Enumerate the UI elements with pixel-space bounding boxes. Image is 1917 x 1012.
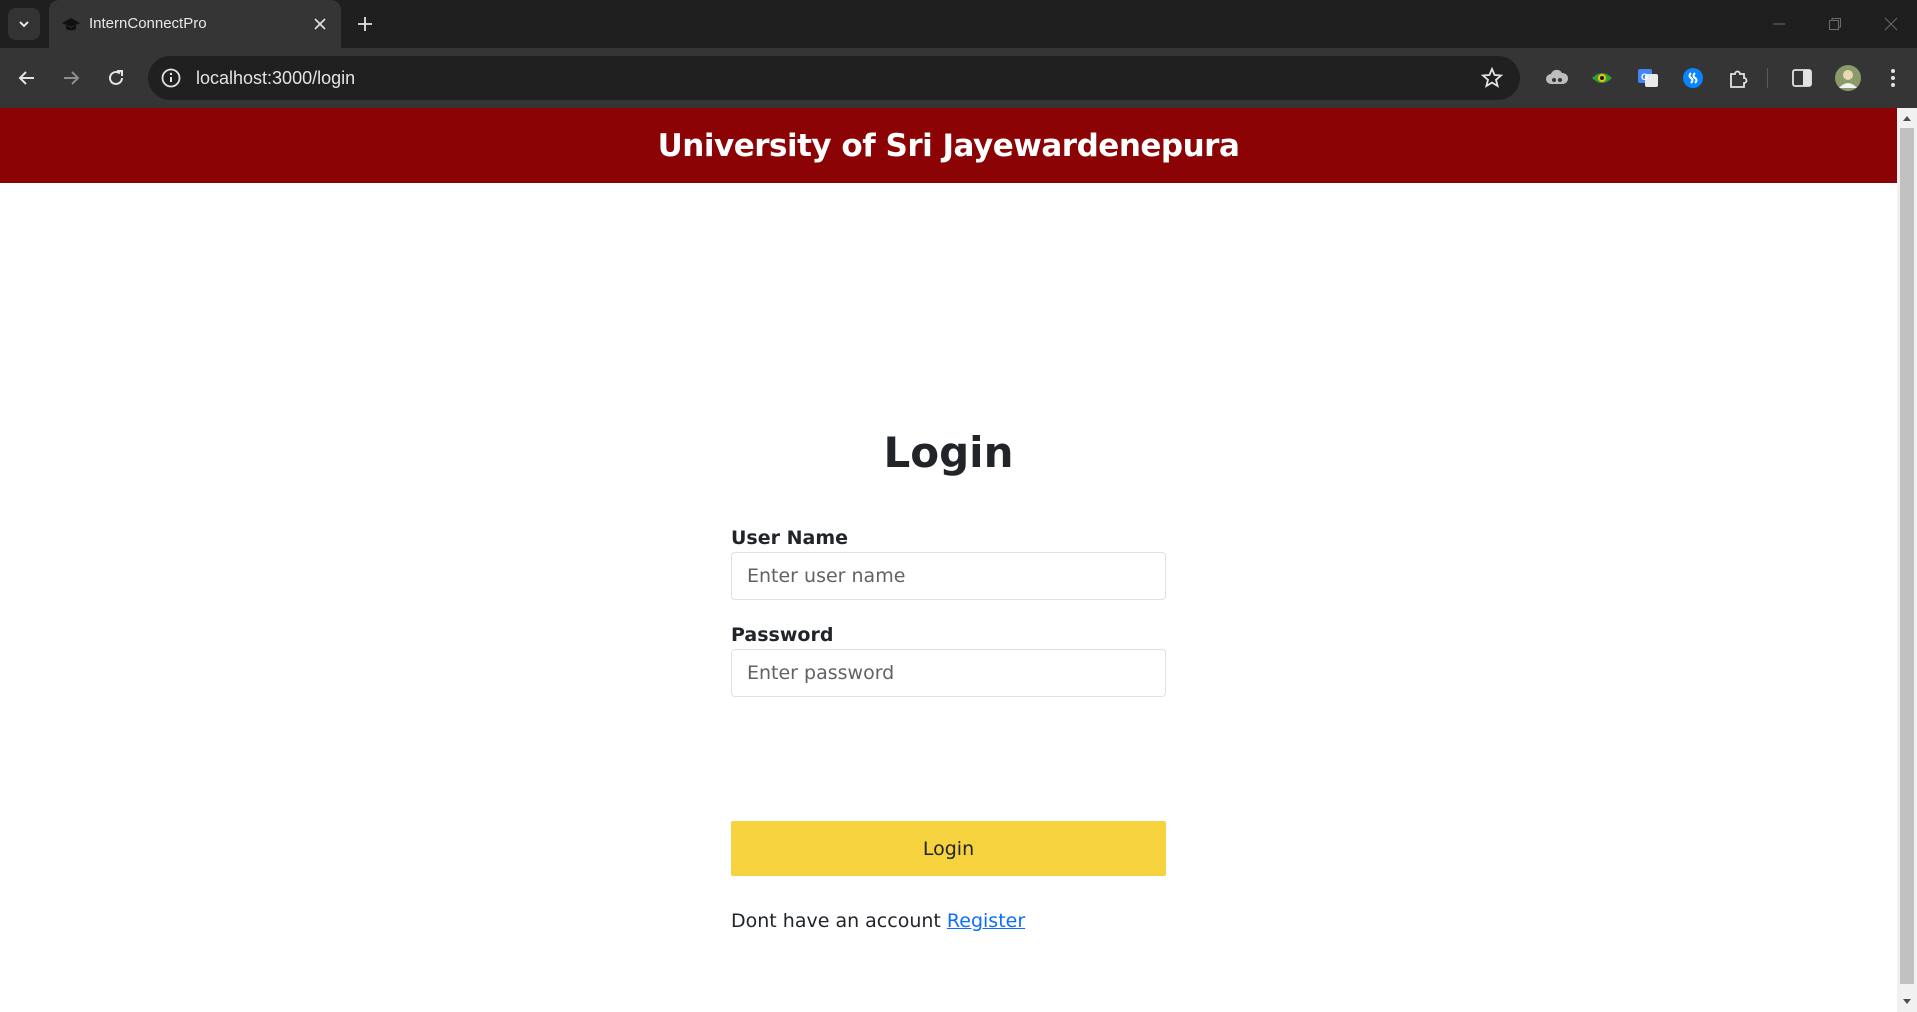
tab-close-button[interactable] — [309, 13, 331, 35]
close-icon — [314, 18, 326, 30]
url-text[interactable]: localhost:3000/login — [196, 68, 355, 89]
browser-menu-button[interactable] — [1877, 62, 1909, 94]
star-icon[interactable] — [1480, 66, 1504, 90]
eye-extension-icon — [1592, 73, 1612, 83]
register-row: Dont have an account Register — [731, 910, 1025, 932]
back-button[interactable] — [10, 61, 44, 95]
minimize-button[interactable] — [1757, 8, 1801, 40]
avatar — [1835, 65, 1861, 91]
info-icon[interactable] — [160, 67, 182, 89]
login-button[interactable]: Login — [731, 821, 1166, 876]
new-tab-button[interactable] — [351, 10, 379, 38]
cloud-extension-icon — [1546, 69, 1569, 84]
login-heading: Login — [883, 428, 1014, 477]
site-title: University of Sri Jayewardenepura — [657, 127, 1240, 164]
minimize-icon — [1773, 23, 1785, 25]
username-input[interactable] — [731, 552, 1166, 600]
translate-extension-button[interactable]: G — [1632, 62, 1664, 94]
graduation-cap-icon — [62, 18, 80, 31]
reload-button[interactable] — [99, 61, 133, 95]
tab-title: InternConnectPro — [89, 15, 207, 32]
restore-button[interactable] — [1813, 8, 1857, 40]
puzzle-icon — [1730, 70, 1748, 88]
browser-toolbar: localhost:3000/login G — [0, 48, 1917, 108]
side-panel-icon — [1792, 69, 1812, 87]
address-bar[interactable]: localhost:3000/login — [148, 56, 1520, 100]
side-panel-button[interactable] — [1786, 62, 1818, 94]
page-viewport: University of Sri Jayewardenepura Login … — [0, 108, 1917, 1012]
arrow-right-icon — [64, 71, 80, 85]
forward-button[interactable] — [54, 61, 88, 95]
extensions-button[interactable] — [1722, 62, 1754, 94]
password-label: Password — [731, 624, 834, 646]
close-window-icon — [1884, 17, 1898, 31]
username-label: User Name — [731, 527, 849, 549]
chevron-down-icon — [19, 21, 29, 28]
scroll-down-button[interactable] — [1897, 992, 1917, 1012]
profile-button[interactable] — [1832, 62, 1864, 94]
shazam-extension-button[interactable] — [1677, 62, 1709, 94]
reload-icon — [109, 70, 123, 85]
scrollbar-thumb[interactable] — [1900, 128, 1914, 984]
scroll-up-button[interactable] — [1897, 108, 1917, 128]
vertical-scrollbar[interactable] — [1897, 108, 1917, 1012]
tab-search-button[interactable] — [8, 8, 40, 40]
password-input[interactable] — [731, 649, 1166, 697]
browser-tab[interactable]: InternConnectPro — [49, 0, 341, 48]
translate-extension-icon: G — [1638, 69, 1658, 87]
plus-icon — [358, 17, 372, 31]
scroll-up-icon — [1903, 116, 1911, 121]
tab-strip: InternConnectPro — [0, 0, 1917, 48]
toolbar-divider — [1767, 68, 1768, 88]
arrow-left-icon — [18, 71, 34, 85]
kebab-menu-icon — [1891, 69, 1895, 87]
eye-extension-button[interactable] — [1586, 62, 1618, 94]
site-header: University of Sri Jayewardenepura — [0, 108, 1897, 183]
cloud-extension-button[interactable] — [1541, 62, 1573, 94]
scroll-down-icon — [1903, 999, 1911, 1004]
register-link[interactable]: Register — [947, 910, 1025, 932]
close-window-button[interactable] — [1869, 8, 1913, 40]
svg-text:G: G — [1641, 72, 1648, 82]
register-prompt: Dont have an account — [731, 910, 941, 932]
shazam-extension-icon — [1683, 68, 1703, 88]
restore-icon — [1829, 18, 1841, 30]
